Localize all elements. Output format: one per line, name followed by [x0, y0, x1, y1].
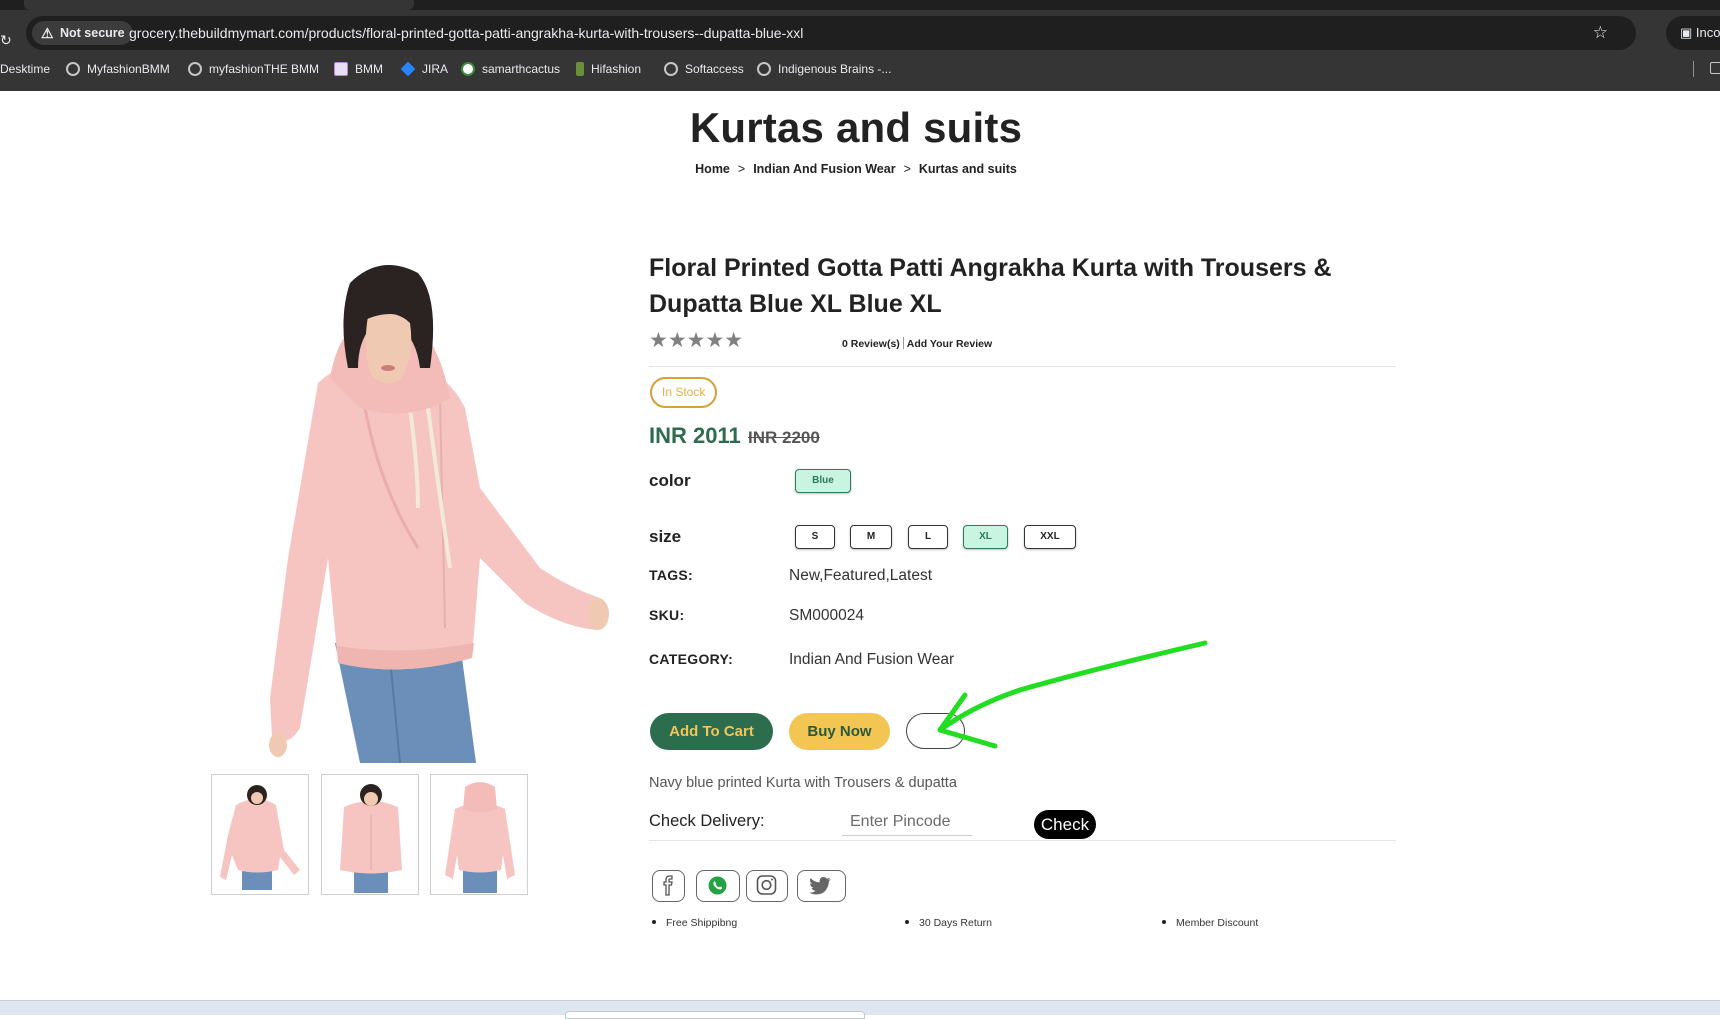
address-bar[interactable]: ⚠ Not secure grocery.thebuildmymart.com/…	[26, 16, 1636, 50]
facebook-icon[interactable]	[652, 870, 685, 902]
bookmarks-divider	[1693, 61, 1694, 77]
sku-key: SKU:	[649, 607, 685, 623]
browser-tab-strip	[0, 0, 1720, 10]
stock-badge: In Stock	[650, 377, 718, 408]
bookmark-desktime[interactable]: Desktime	[0, 56, 50, 82]
thumbnail-image	[340, 784, 402, 893]
breadcrumb-current: Kurtas and suits	[918, 162, 1017, 176]
color-label: color	[649, 471, 691, 490]
bookmark-softaccess[interactable]: Softaccess	[664, 56, 744, 82]
bookmark-label: Softaccess	[685, 62, 744, 76]
bookmark-label: Indigenous Brains -...	[778, 62, 892, 76]
bookmark-myfashionbmm[interactable]: MyfashionBMM	[66, 56, 170, 82]
size-option-m[interactable]: M	[850, 525, 892, 549]
product-main-image[interactable]	[240, 258, 612, 763]
bookmark-label: MyfashionBMM	[87, 62, 170, 76]
os-taskbar	[0, 1000, 1720, 1019]
thumbnail-image	[445, 782, 515, 893]
thumbnail-image	[220, 785, 300, 890]
buy-now-button[interactable]: Buy Now	[789, 713, 890, 750]
thumbnail-3[interactable]	[430, 774, 528, 895]
reviews-row: 0 Review(s) Add Your Review	[842, 337, 992, 350]
profile-button[interactable]: ▣ Inco	[1666, 16, 1720, 50]
tags-value: New,Featured,Latest	[789, 567, 933, 584]
browser-toolbar: ↻ ⚠ Not secure grocery.thebuildmymart.co…	[0, 10, 1720, 56]
profile-label: Inco	[1695, 25, 1720, 40]
bmm-logo-icon	[334, 62, 348, 76]
price: INR 2011	[649, 423, 741, 448]
security-label: Not secure	[60, 26, 125, 40]
divider	[649, 840, 1396, 841]
whatsapp-icon[interactable]	[696, 870, 740, 902]
jira-icon	[400, 61, 416, 77]
bookmark-jira[interactable]: JIRA	[400, 56, 449, 82]
category-key: CATEGORY:	[649, 651, 734, 667]
instagram-icon[interactable]	[746, 870, 788, 902]
breadcrumb-indian-fusion-wear[interactable]: Indian And Fusion Wear	[753, 162, 895, 176]
add-to-cart-button[interactable]: Add To Cart	[650, 713, 773, 750]
bookmark-myfashionthebmm[interactable]: myfashionTHE BMM	[188, 56, 319, 82]
twitter-icon[interactable]	[797, 870, 846, 902]
pincode-input[interactable]	[842, 808, 972, 836]
breadcrumb-separator: >	[737, 162, 746, 176]
size-option-l[interactable]: L	[908, 525, 948, 549]
size-label: size	[649, 527, 682, 546]
bookmark-indigenous-brains[interactable]: Indigenous Brains -...	[757, 56, 891, 82]
bookmark-label: myfashionTHE BMM	[209, 62, 320, 76]
perk-30-days-return: 30 Days Return	[905, 917, 992, 929]
divider	[649, 366, 1396, 367]
breadcrumb-home[interactable]: Home	[695, 162, 730, 176]
thumbnail-2[interactable]	[321, 774, 419, 895]
bookmark-label: BMM	[355, 62, 383, 76]
size-option-s[interactable]: S	[795, 525, 835, 549]
page-title: Kurtas and suits	[689, 104, 1023, 151]
bookmark-label: JIRA	[422, 62, 449, 76]
reviews-count-link[interactable]: 0 Review(s)	[842, 338, 900, 350]
taskbar-search[interactable]	[565, 1011, 865, 1019]
check-button[interactable]: Check	[1034, 810, 1096, 839]
color-option-blue[interactable]: Blue	[795, 469, 851, 493]
globe-icon	[757, 62, 771, 76]
product-description: Navy blue printed Kurta with Trousers & …	[649, 775, 957, 791]
folder-icon[interactable]	[1710, 62, 1720, 74]
breadcrumb: Home > Indian And Fusion Wear > Kurtas and s…	[0, 162, 1712, 176]
globe-icon	[188, 62, 202, 76]
reviews-divider	[902, 337, 904, 349]
url-text[interactable]: grocery.thebuildmymart.com/products/flor…	[129, 16, 803, 50]
security-chip[interactable]: ⚠ Not secure	[32, 21, 133, 45]
bookmark-label: Desktime	[0, 62, 51, 76]
check-delivery-label: Check Delivery:	[649, 812, 765, 830]
perk-member-discount: Member Discount	[1162, 917, 1258, 929]
product-title: Floral Printed Gotta Patti Angrakha Kurt…	[649, 254, 1332, 318]
bookmark-label: samarthcactus	[482, 62, 561, 76]
globe-icon	[66, 62, 80, 76]
bookmark-label: Hifashion	[591, 62, 642, 76]
sku-value: SM000024	[789, 607, 864, 624]
category-value: Indian And Fusion Wear	[789, 651, 955, 668]
bookmark-bmm[interactable]: BMM	[334, 56, 383, 82]
cactus-icon	[461, 62, 475, 76]
empty-button[interactable]	[906, 713, 965, 749]
hifashion-icon	[576, 62, 584, 76]
warning-icon: ⚠	[41, 25, 54, 41]
browser-tab[interactable]	[24, 0, 414, 10]
breadcrumb-separator: >	[903, 162, 911, 176]
incognito-icon: ▣	[1680, 25, 1696, 40]
size-option-xxl[interactable]: XXL	[1024, 525, 1076, 549]
bookmark-samarthcactus[interactable]: samarthcactus	[461, 56, 560, 82]
size-option-xl[interactable]: XL	[963, 525, 1008, 549]
rating-stars: ★★★★★	[649, 329, 744, 352]
bookmark-star-icon[interactable]: ☆	[1593, 16, 1608, 50]
bookmark-hifashion[interactable]: Hifashion	[576, 56, 641, 82]
thumbnail-1[interactable]	[211, 774, 309, 895]
perk-free-shipping: Free Shippibng	[652, 917, 737, 929]
add-review-link[interactable]: Add Your Review	[907, 338, 992, 350]
reload-icon[interactable]: ↻	[0, 32, 12, 49]
tags-key: TAGS:	[649, 567, 694, 583]
old-price: INR 2200	[748, 428, 820, 447]
globe-icon	[664, 62, 678, 76]
bookmarks-bar: Desktime MyfashionBMM myfashionTHE BMM B…	[0, 56, 1720, 91]
